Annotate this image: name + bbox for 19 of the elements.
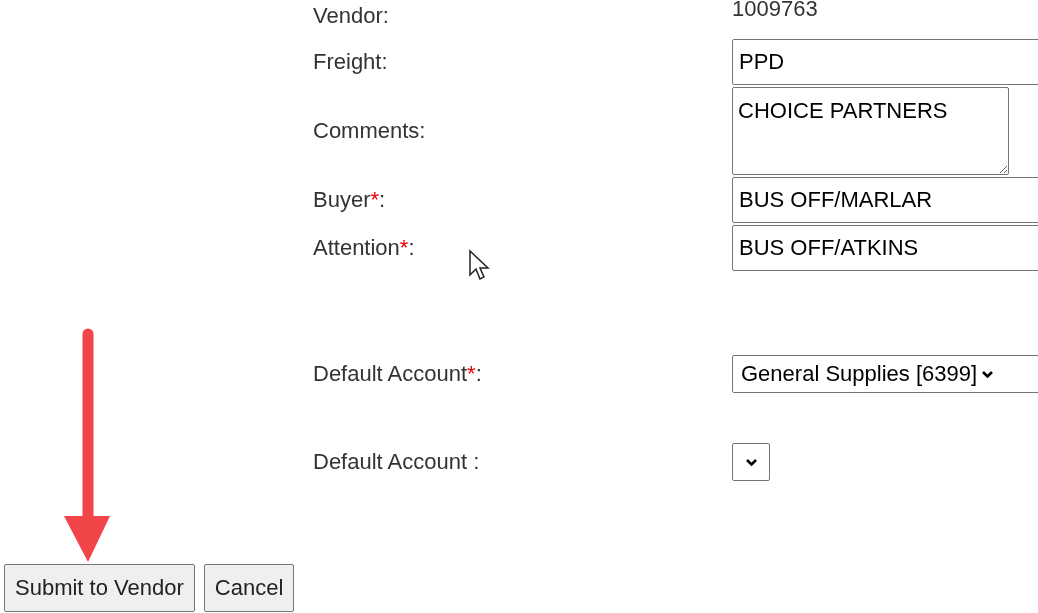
field-label: Buyer*:: [313, 187, 386, 213]
field-label: Default Account*:: [313, 361, 482, 387]
account-dropdown[interactable]: [732, 443, 770, 481]
comments-field[interactable]: CHOICE PARTNERS: [732, 87, 1009, 175]
text-field[interactable]: BUS OFF/MARLAR: [732, 177, 1038, 223]
field-label: Vendor:: [313, 3, 389, 29]
chevron-down-icon: [981, 369, 995, 379]
text-field[interactable]: BUS OFF/ATKINS: [732, 225, 1038, 271]
field-label: Default Account :: [313, 449, 480, 475]
submit-button[interactable]: Submit to Vendor: [4, 564, 195, 612]
account-dropdown[interactable]: General Supplies [6399]: [732, 355, 1038, 393]
mouse-pointer-icon: [468, 249, 490, 281]
field-label: Comments:: [313, 118, 426, 144]
cancel-button[interactable]: Cancel: [203, 564, 295, 612]
field-label: Attention*:: [313, 235, 415, 261]
chevron-down-icon: [744, 457, 758, 467]
vendor-value: 1009763: [732, 0, 818, 22]
field-label: Freight:: [313, 49, 388, 75]
text-field[interactable]: PPD: [732, 39, 1038, 85]
